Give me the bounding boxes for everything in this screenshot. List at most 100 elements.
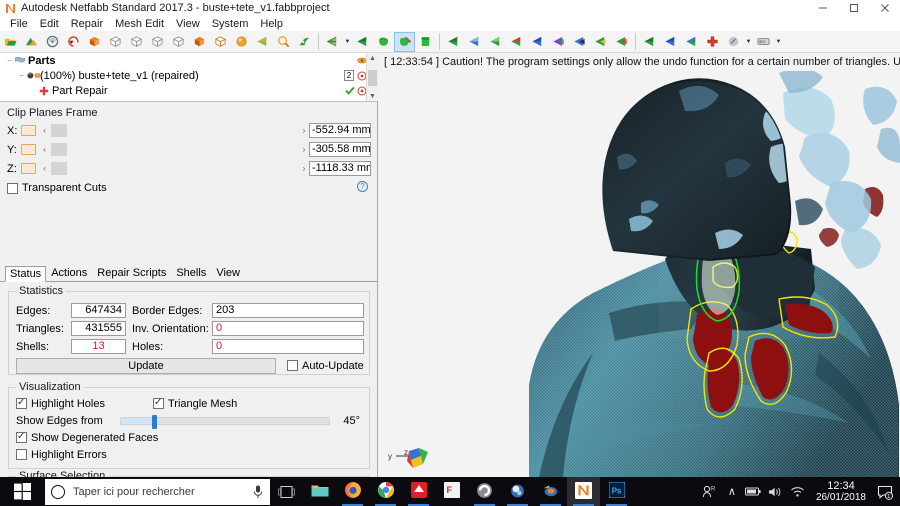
clip-prev-arrow[interactable]: ‹: [40, 145, 49, 154]
triangle-tool-2-button[interactable]: [660, 32, 681, 52]
menu-view[interactable]: View: [170, 16, 206, 31]
taskbar-cura-button[interactable]: [468, 477, 501, 506]
people-icon[interactable]: R: [699, 477, 721, 506]
menu-system[interactable]: System: [206, 16, 255, 31]
tab-status[interactable]: Status: [5, 266, 47, 282]
clip-prev-arrow[interactable]: ‹: [40, 126, 49, 135]
taskbar-netfabb-button[interactable]: [567, 477, 600, 506]
cut-triangle-button[interactable]: [252, 32, 273, 52]
menu-help[interactable]: Help: [254, 16, 289, 31]
tree-expander[interactable]: −: [4, 56, 15, 65]
help-question-icon[interactable]: ?: [357, 181, 368, 192]
transparent-cuts-checkbox[interactable]: [7, 182, 18, 194]
select-region-button[interactable]: [569, 32, 590, 52]
repair-part-button[interactable]: [394, 31, 415, 52]
tab-actions[interactable]: Actions: [46, 265, 93, 281]
taskbar-freecad-button[interactable]: F: [435, 477, 468, 506]
wifi-icon[interactable]: [787, 477, 809, 506]
show-edges-slider[interactable]: [120, 414, 330, 429]
update-button[interactable]: Update: [16, 357, 276, 374]
tree-expander[interactable]: −: [16, 71, 27, 80]
tab-shells[interactable]: Shells: [171, 265, 212, 281]
auto-update-checkbox[interactable]: [287, 360, 298, 371]
open-project-button[interactable]: [0, 32, 21, 52]
shells-value[interactable]: 13: [71, 339, 126, 354]
tab-repair-scripts[interactable]: Repair Scripts: [92, 265, 172, 281]
scroll-thumb[interactable]: [368, 69, 377, 86]
taskbar-chrome-button[interactable]: [369, 477, 402, 506]
3d-viewport[interactable]: [ 12:33:54 ] Caution! The program settin…: [379, 53, 900, 477]
clip-axis-toggle[interactable]: [21, 163, 36, 174]
label-text-button[interactable]: abc: [753, 32, 774, 52]
invert-selection-button[interactable]: [527, 32, 548, 52]
box-outline-2-button[interactable]: [126, 32, 147, 52]
part-tree-scrollbar[interactable]: ▲ ▼: [366, 53, 378, 101]
menu-repair[interactable]: Repair: [65, 16, 109, 31]
measure-tool-button[interactable]: [723, 32, 744, 52]
clip-slider-track[interactable]: [51, 124, 297, 137]
clip-axis-slider[interactable]: [51, 143, 297, 156]
clip-next-arrow[interactable]: ›: [299, 126, 309, 135]
taskbar-meshmixer-button[interactable]: [501, 477, 534, 506]
clip-axis-slider[interactable]: [51, 124, 297, 137]
select-shell-button[interactable]: [485, 32, 506, 52]
shell-green-button[interactable]: [415, 32, 436, 52]
show-edges-slider-track[interactable]: [120, 414, 330, 429]
show-degenerated-faces-checkbox[interactable]: [16, 430, 27, 443]
action-center-icon[interactable]: 1: [873, 477, 897, 506]
select-all-button[interactable]: [506, 32, 527, 52]
maximize-button[interactable]: [838, 0, 869, 16]
grow-selection-button[interactable]: [590, 32, 611, 52]
clip-slider-thumb[interactable]: [51, 162, 67, 175]
clip-axis-toggle[interactable]: [21, 144, 36, 155]
clip-slider-track[interactable]: [51, 143, 297, 156]
add-cross-button[interactable]: [702, 32, 723, 52]
chevron-down-icon[interactable]: ▼: [744, 32, 753, 52]
taskbar-sketchup-button[interactable]: [402, 477, 435, 506]
tab-view[interactable]: View: [211, 265, 245, 281]
triangle-green-button[interactable]: [352, 32, 373, 52]
clip-axis-slider[interactable]: [51, 162, 297, 175]
zoom-button[interactable]: [273, 32, 294, 52]
add-part-button[interactable]: [21, 32, 42, 52]
search-input[interactable]: Taper ici pour rechercher: [45, 478, 270, 505]
clip-slider-track[interactable]: [51, 162, 297, 175]
scroll-up-arrow[interactable]: ▲: [369, 53, 376, 64]
polygon-green-button[interactable]: [373, 32, 394, 52]
highlight-holes-checkbox[interactable]: [16, 396, 27, 409]
clip-slider-thumb[interactable]: [51, 124, 67, 137]
box-wire-orange-button[interactable]: [210, 32, 231, 52]
volume-icon[interactable]: [765, 477, 787, 506]
border-edges-value[interactable]: 203: [212, 303, 364, 318]
battery-icon[interactable]: [743, 477, 765, 506]
scroll-down-arrow[interactable]: ▼: [369, 91, 376, 101]
chevron-up-icon[interactable]: ∧: [721, 477, 743, 506]
target-red-icon[interactable]: [357, 86, 367, 96]
mesh-view-button[interactable]: [322, 32, 343, 52]
clip-slider-thumb[interactable]: [51, 143, 67, 156]
chevron-down-icon[interactable]: ▼: [774, 32, 783, 52]
box-outline-3-button[interactable]: [147, 32, 168, 52]
menu-mesh-edit[interactable]: Mesh Edit: [109, 16, 170, 31]
clip-prev-arrow[interactable]: ‹: [40, 164, 49, 173]
box-orange-filled-button[interactable]: [84, 32, 105, 52]
inv-orientation-value[interactable]: 0: [212, 321, 364, 336]
clip-axis-toggle[interactable]: [21, 125, 36, 136]
task-view-icon[interactable]: [270, 477, 303, 506]
select-holes-button[interactable]: [548, 32, 569, 52]
menu-edit[interactable]: Edit: [34, 16, 65, 31]
close-button[interactable]: [869, 0, 900, 16]
save-project-button[interactable]: [42, 32, 63, 52]
select-surface-button[interactable]: [464, 32, 485, 52]
holes-value[interactable]: 0: [212, 339, 364, 354]
clip-axis-value[interactable]: -305.58 mm: [309, 142, 371, 157]
show-edges-slider-thumb[interactable]: [152, 414, 158, 429]
eye-orange-icon[interactable]: [357, 56, 367, 65]
taskbar-clock[interactable]: 12:34 26/01/2018: [809, 480, 873, 504]
measure-button[interactable]: [294, 32, 315, 52]
box-solid-orange-button[interactable]: [189, 32, 210, 52]
axis-gizmo[interactable]: y z: [387, 443, 433, 469]
clip-axis-value[interactable]: -1118.33 mm: [309, 161, 371, 176]
triangles-value[interactable]: 431555: [71, 321, 126, 336]
box-outline-4-button[interactable]: [168, 32, 189, 52]
